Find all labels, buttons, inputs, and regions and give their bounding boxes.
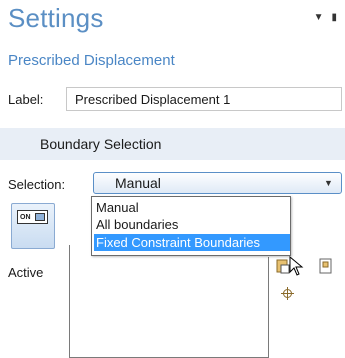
selection-dropdown-list: Manual All boundaries Fixed Constraint B…	[91, 196, 291, 256]
dropdown-option-manual[interactable]: Manual	[94, 199, 290, 216]
panel-title: Settings	[8, 3, 104, 33]
pin-icon[interactable]: ▮	[331, 12, 337, 23]
panel-subtitle: Prescribed Displacement	[8, 52, 175, 69]
active-label: Active	[8, 265, 44, 280]
label-input[interactable]: Prescribed Displacement 1	[66, 87, 342, 111]
panel-controls: ▼ ▮	[306, 12, 337, 23]
selection-label: Selection:	[8, 177, 66, 192]
dropdown-option-all-boundaries[interactable]: All boundaries	[94, 216, 290, 233]
zoom-to-selection-icon[interactable]	[281, 287, 294, 300]
chevron-down-icon[interactable]: ▼	[324, 178, 333, 188]
dropdown-option-fixed-constraint-boundaries[interactable]: Fixed Constraint Boundaries	[94, 234, 290, 251]
document-icon[interactable]	[318, 258, 333, 274]
selection-value: Manual	[115, 175, 161, 191]
cursor-icon	[289, 256, 304, 276]
label-caption: Label:	[8, 92, 44, 107]
section-title: Boundary Selection	[40, 136, 162, 152]
selection-list[interactable]	[69, 257, 269, 358]
on-switch-icon: ON	[17, 210, 48, 224]
triangle-down-icon[interactable]: ▼	[314, 12, 324, 23]
